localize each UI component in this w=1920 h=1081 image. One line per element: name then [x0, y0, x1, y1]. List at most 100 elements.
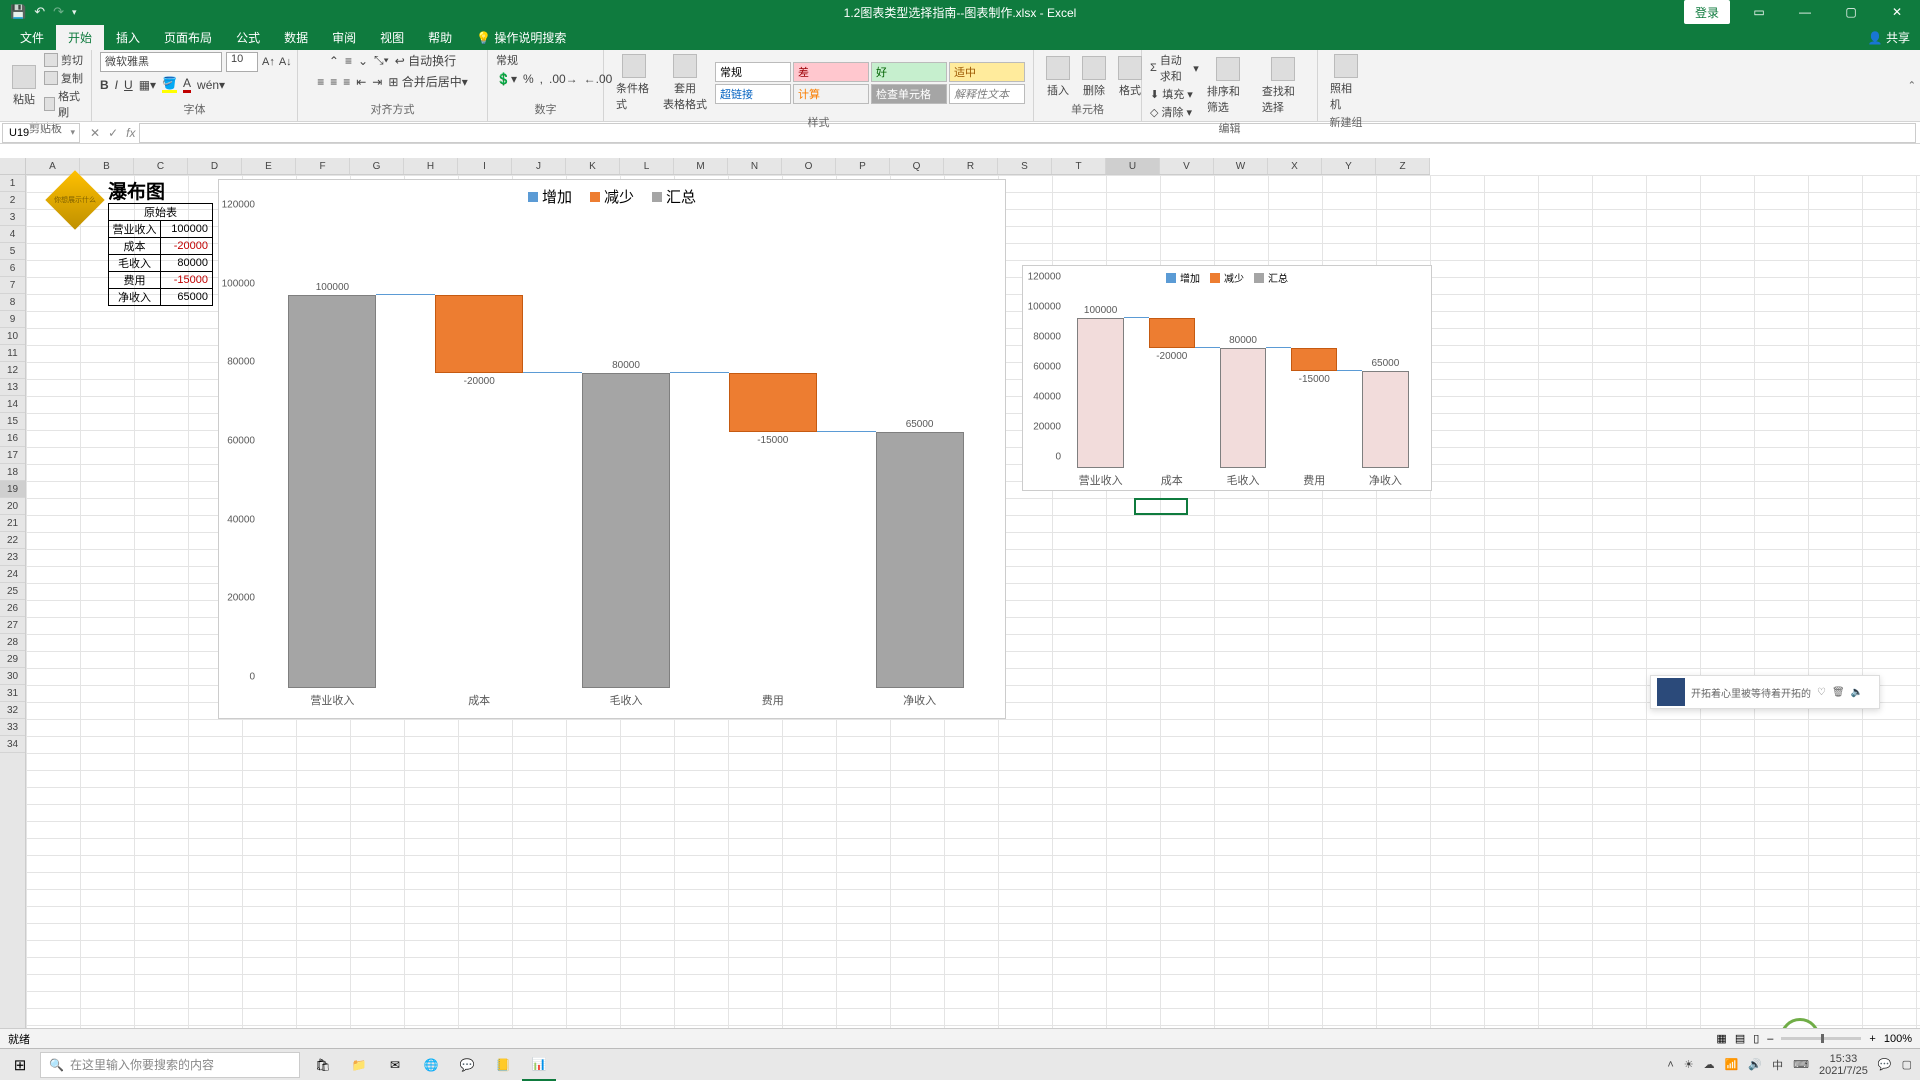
indent-inc-icon[interactable]: ⇥: [372, 75, 382, 89]
enter-formula-icon[interactable]: ✓: [108, 126, 118, 140]
music-notification[interactable]: 开拓着心里被等待着开拓的 ♡ 🗑 🔈: [1650, 675, 1880, 709]
ribbon-tab-1[interactable]: 开始: [56, 25, 104, 50]
ribbon-tab-4[interactable]: 公式: [224, 25, 272, 50]
cell-style-3[interactable]: 适中: [949, 62, 1025, 82]
view-normal-icon[interactable]: ▦: [1716, 1032, 1726, 1045]
taskbar-app-mail-icon[interactable]: ✉: [378, 1049, 412, 1081]
align-center-icon[interactable]: ≡: [330, 75, 337, 89]
zoom-level[interactable]: 100%: [1884, 1033, 1912, 1045]
cell-style-5[interactable]: 计算: [793, 84, 869, 104]
table-format-button[interactable]: 套用 表格格式: [659, 52, 711, 114]
cell-style-2[interactable]: 好: [871, 62, 947, 82]
start-button[interactable]: ⊞: [0, 1049, 40, 1081]
taskbar-search[interactable]: 🔍 在这里输入你要搜索的内容: [40, 1052, 300, 1078]
align-bottom-icon[interactable]: ⌄: [358, 54, 368, 68]
close-button[interactable]: ✕: [1874, 0, 1920, 24]
zoom-out-icon[interactable]: –: [1767, 1033, 1773, 1045]
percent-icon[interactable]: %: [523, 72, 534, 86]
cell-style-7[interactable]: 解释性文本: [949, 84, 1025, 104]
maximize-button[interactable]: ▢: [1828, 0, 1874, 24]
align-left-icon[interactable]: ≡: [317, 75, 324, 89]
border-button[interactable]: ▦▾: [139, 78, 156, 92]
cell-style-0[interactable]: 常规: [715, 62, 791, 82]
ribbon-tab-3[interactable]: 页面布局: [152, 25, 224, 50]
trash-icon[interactable]: 🗑: [1832, 687, 1845, 698]
clear-button[interactable]: ◇ 清除▾: [1150, 104, 1199, 120]
copy-button[interactable]: 复制: [44, 70, 83, 86]
view-pagebreak-icon[interactable]: ▯: [1753, 1032, 1759, 1045]
ribbon-tab-6[interactable]: 审阅: [320, 25, 368, 50]
row-headers[interactable]: 1234567891011121314151617181920212223242…: [0, 175, 26, 1042]
orientation-icon[interactable]: ⤡▾: [374, 53, 389, 68]
qat-more-icon[interactable]: ▾: [72, 7, 77, 18]
column-headers[interactable]: ABCDEFGHIJKLMNOPQRSTUVWXYZ: [26, 158, 1430, 175]
tray-action-center-icon[interactable]: ▢: [1902, 1058, 1912, 1071]
ribbon-tab-8[interactable]: 帮助: [416, 25, 464, 50]
tray-time[interactable]: 15:33: [1819, 1053, 1868, 1065]
taskbar-app-store-icon[interactable]: 🛍: [306, 1049, 340, 1081]
delete-cells-button[interactable]: 删除: [1078, 54, 1110, 100]
insert-cells-button[interactable]: 插入: [1042, 54, 1074, 100]
number-format-select[interactable]: 常规: [496, 52, 596, 68]
tray-weather-icon[interactable]: ☀: [1684, 1058, 1694, 1071]
speaker-icon[interactable]: 🔈: [1851, 687, 1863, 698]
cancel-formula-icon[interactable]: ✕: [90, 126, 100, 140]
align-top-icon[interactable]: ⌃: [329, 54, 339, 68]
font-size-select[interactable]: 10: [226, 52, 258, 72]
taskbar-app-browser-icon[interactable]: 🌐: [414, 1049, 448, 1081]
redo-icon[interactable]: ↷: [53, 4, 64, 20]
login-button[interactable]: 登录: [1684, 0, 1730, 24]
cell-style-4[interactable]: 超链接: [715, 84, 791, 104]
tray-volume-icon[interactable]: 🔊: [1748, 1058, 1762, 1071]
conditional-format-button[interactable]: 条件格式: [612, 52, 655, 114]
tray-cloud-icon[interactable]: ☁: [1704, 1058, 1715, 1071]
wrap-text-button[interactable]: ↩ 自动换行: [395, 52, 456, 69]
font-color-button[interactable]: A: [183, 76, 191, 93]
autosum-button[interactable]: Σ 自动求和▾: [1150, 52, 1199, 84]
formula-input[interactable]: [139, 123, 1916, 143]
ribbon-tab-9[interactable]: 💡 操作说明搜索: [464, 25, 578, 50]
align-middle-icon[interactable]: ≡: [345, 54, 352, 68]
fx-icon[interactable]: fx: [126, 126, 135, 140]
zoom-slider[interactable]: [1781, 1037, 1861, 1040]
ribbon-tab-5[interactable]: 数据: [272, 25, 320, 50]
tray-ime-icon[interactable]: 中: [1772, 1057, 1783, 1073]
increase-font-icon[interactable]: A↑: [262, 56, 275, 68]
decrease-font-icon[interactable]: A↓: [279, 56, 292, 68]
italic-button[interactable]: I: [115, 78, 118, 92]
view-layout-icon[interactable]: ▤: [1735, 1032, 1745, 1045]
ribbon-tab-2[interactable]: 插入: [104, 25, 152, 50]
tray-chevron-icon[interactable]: ˄: [1667, 1059, 1673, 1071]
currency-icon[interactable]: 💲▾: [496, 72, 517, 86]
ribbon-options-icon[interactable]: ▭: [1736, 0, 1782, 24]
taskbar-app-note-icon[interactable]: 📒: [486, 1049, 520, 1081]
sort-filter-button[interactable]: 排序和筛选: [1203, 55, 1254, 117]
taskbar-app-excel-icon[interactable]: 📊: [522, 1049, 556, 1081]
undo-icon[interactable]: ↶: [34, 4, 45, 20]
camera-button[interactable]: 照相机: [1326, 52, 1366, 114]
fill-button[interactable]: ⬇ 填充▾: [1150, 86, 1199, 102]
ribbon-tab-7[interactable]: 视图: [368, 25, 416, 50]
windows-taskbar[interactable]: ⊞ 🔍 在这里输入你要搜索的内容 🛍 📁 ✉ 🌐 💬 📒 📊 ˄ ☀ ☁ 📶 🔊…: [0, 1048, 1920, 1080]
taskbar-app-explorer-icon[interactable]: 📁: [342, 1049, 376, 1081]
worksheet-grid[interactable]: ABCDEFGHIJKLMNOPQRSTUVWXYZ 1234567891011…: [0, 158, 1920, 1042]
taskbar-app-chat-icon[interactable]: 💬: [450, 1049, 484, 1081]
select-all-corner[interactable]: [0, 158, 26, 175]
zoom-in-icon[interactable]: +: [1869, 1033, 1875, 1045]
waterfall-chart-small[interactable]: 增加减少汇总 020000400006000080000100000120000…: [1022, 265, 1432, 491]
underline-button[interactable]: U: [124, 78, 133, 92]
phonetic-button[interactable]: wén▾: [197, 78, 225, 92]
find-select-button[interactable]: 查找和选择: [1258, 55, 1309, 117]
cell-style-1[interactable]: 差: [793, 62, 869, 82]
save-icon[interactable]: 💾: [10, 4, 26, 20]
inc-decimal-icon[interactable]: .00→: [549, 72, 578, 86]
heart-icon[interactable]: ♡: [1817, 687, 1826, 698]
data-table[interactable]: 原始表营业收入100000成本-20000毛收入80000费用-15000净收入…: [108, 203, 213, 306]
tray-wifi-icon[interactable]: 📶: [1725, 1058, 1739, 1071]
indent-dec-icon[interactable]: ⇤: [356, 75, 366, 89]
cell-style-6[interactable]: 检查单元格: [871, 84, 947, 104]
comma-icon[interactable]: ,: [540, 72, 543, 86]
tray-keyboard-icon[interactable]: ⌨: [1793, 1058, 1809, 1071]
ribbon-tab-0[interactable]: 文件: [8, 25, 56, 50]
share-button[interactable]: 👤 共享: [1868, 29, 1910, 46]
